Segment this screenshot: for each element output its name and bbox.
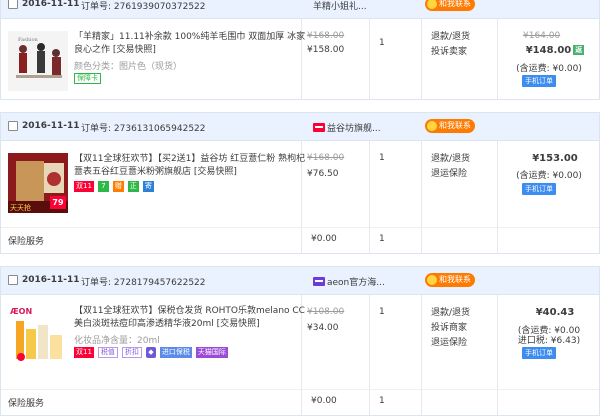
shop-name[interactable]: 益谷坊旗舰... xyxy=(313,121,381,134)
double11-tag: 双11 xyxy=(74,181,94,192)
order-header: 2016-11-11 订单号: 2728179457622522 aeon官方海… xyxy=(1,267,599,295)
insurance-label: 保险服务 xyxy=(8,399,45,409)
order-card: 2016-11-11 订单号: 2728179457622522 aeon官方海… xyxy=(0,266,600,416)
insurance-row: 保险服务 ¥0.00 1 xyxy=(1,389,599,415)
original-total: ¥164.00 xyxy=(523,31,561,41)
original-price: ¥168.00 xyxy=(307,153,345,163)
mobile-order-button[interactable]: 手机订单 xyxy=(522,75,556,87)
tmall-icon xyxy=(313,123,325,132)
refund-link[interactable]: 退款/退货 xyxy=(431,30,470,45)
order-checkbox[interactable] xyxy=(8,121,18,131)
service-actions: 退款/退货 退运保险 xyxy=(431,152,470,182)
product-image[interactable]: 天天抢 79 xyxy=(8,153,68,213)
product-title[interactable]: 「羊精家」11.11补余款 100%纯羊毛围巾 双面加厚 冰家良心之作 [交易快… xyxy=(74,31,307,57)
original-price: ¥108.00 xyxy=(307,307,345,317)
insurance-qty: 1 xyxy=(379,396,385,406)
product-title[interactable]: 【双11全球狂欢节】保税仓发货 ROHTO乐敦melano CC美白淡斑祛痘印高… xyxy=(74,305,307,331)
complain-link[interactable]: 投诉商家 xyxy=(431,321,470,336)
tmall-global-tag: 天猫国际 xyxy=(195,347,228,358)
paid-amount: ¥148.00 返 xyxy=(525,45,585,56)
shipping-note: (含运费: ¥0.00) xyxy=(516,171,582,181)
product-image[interactable]: Fashion xyxy=(8,31,68,91)
genuine-tag: 正 xyxy=(127,181,139,192)
insurance-price: ¥0.00 xyxy=(311,234,337,244)
product-sku: 化妆品净含量：20ml xyxy=(74,336,160,346)
shield-icon: ◆ xyxy=(145,347,156,358)
return-insurance-link[interactable]: 退运保险 xyxy=(431,336,470,351)
double11-tag: 双11 xyxy=(74,347,94,358)
quantity: 1 xyxy=(379,38,385,48)
product-sku: 颜色分类：图片色（现货） xyxy=(74,62,183,72)
insurance-price: ¥0.00 xyxy=(311,396,337,406)
complain-link[interactable]: 投诉卖家 xyxy=(431,45,470,60)
order-date: 2016-11-11 xyxy=(22,0,80,9)
tmall-global-icon xyxy=(313,277,325,286)
product-image[interactable]: ÆON xyxy=(8,305,68,365)
paid-amount: ¥40.43 xyxy=(535,307,575,318)
paid-amount: ¥153.00 xyxy=(532,153,578,164)
svg-text:Fashion: Fashion xyxy=(18,37,39,43)
order-card: 2016-11-11 订单号: 2761939070372522 羊精小姐礼..… xyxy=(0,0,600,100)
tax-value-tag: 税值 xyxy=(97,347,118,358)
order-card: 2016-11-11 订单号: 2736131065942522 益谷坊旗舰..… xyxy=(0,112,600,254)
rebate-badge: 返 xyxy=(573,45,585,55)
service-actions: 退款/退货 投诉卖家 xyxy=(431,30,470,60)
refund-link[interactable]: 退款/退货 xyxy=(431,306,470,321)
unit-price: ¥76.50 xyxy=(307,169,339,179)
order-header: 2016-11-11 订单号: 2736131065942522 益谷坊旗舰..… xyxy=(1,113,599,141)
order-number: 订单号: 2728179457622522 xyxy=(81,278,206,288)
gift-tag: 赠 xyxy=(112,181,124,192)
contact-seller-button[interactable]: 和我联系 xyxy=(425,119,475,133)
insurance-qty: 1 xyxy=(379,234,385,244)
shop-name[interactable]: aeon官方海... xyxy=(313,275,385,288)
shipping-note: (含运费: ¥0.00) xyxy=(516,64,582,74)
order-number: 订单号: 2761939070372522 xyxy=(81,2,206,12)
order-date: 2016-11-11 xyxy=(22,275,80,285)
image-promo-text: 天天抢 xyxy=(10,203,31,212)
insurance-label: 保险服务 xyxy=(8,237,45,247)
import-tax-note: 进口税: ¥6.43) xyxy=(517,336,581,346)
order-checkbox[interactable] xyxy=(8,0,18,9)
brand-logo: ÆON xyxy=(10,307,32,316)
order-date: 2016-11-11 xyxy=(22,121,80,131)
unit-price: ¥34.00 xyxy=(307,323,339,333)
bonded-import-tag: 进口保税 xyxy=(159,347,192,358)
discount-tag: 折扣 xyxy=(121,347,142,358)
product-title[interactable]: 【双11全球狂欢节】【买2送1】益谷坊 红豆薏仁粉 熟枸杞薏表五谷红豆薏米粉粥旗… xyxy=(74,153,307,179)
quantity: 1 xyxy=(379,153,385,163)
shipping-tag: 寄 xyxy=(142,181,154,192)
quantity: 1 xyxy=(379,307,385,317)
guarantee-card-tag[interactable]: 保障卡 xyxy=(74,73,101,84)
insurance-row: 保险服务 ¥0.00 1 xyxy=(1,227,599,253)
price-badge: 79 xyxy=(50,196,66,209)
original-price: ¥168.00 xyxy=(307,31,345,41)
service-actions: 退款/退货 投诉商家 退运保险 xyxy=(431,306,470,351)
seven-day-return-tag: 7 xyxy=(97,181,109,192)
unit-price: ¥158.00 xyxy=(307,45,345,55)
order-header: 2016-11-11 订单号: 2761939070372522 羊精小姐礼..… xyxy=(1,0,599,19)
contact-seller-button[interactable]: 和我联系 xyxy=(425,0,475,11)
refund-link[interactable]: 退款/退货 xyxy=(431,152,470,167)
mobile-order-button[interactable]: 手机订单 xyxy=(522,347,556,359)
contact-seller-button[interactable]: 和我联系 xyxy=(425,273,475,287)
shop-name[interactable]: 羊精小姐礼... xyxy=(313,0,367,12)
mobile-order-button[interactable]: 手机订单 xyxy=(522,183,556,195)
order-number: 订单号: 2736131065942522 xyxy=(81,124,206,134)
order-checkbox[interactable] xyxy=(8,275,18,285)
return-insurance-link[interactable]: 退运保险 xyxy=(431,167,470,182)
